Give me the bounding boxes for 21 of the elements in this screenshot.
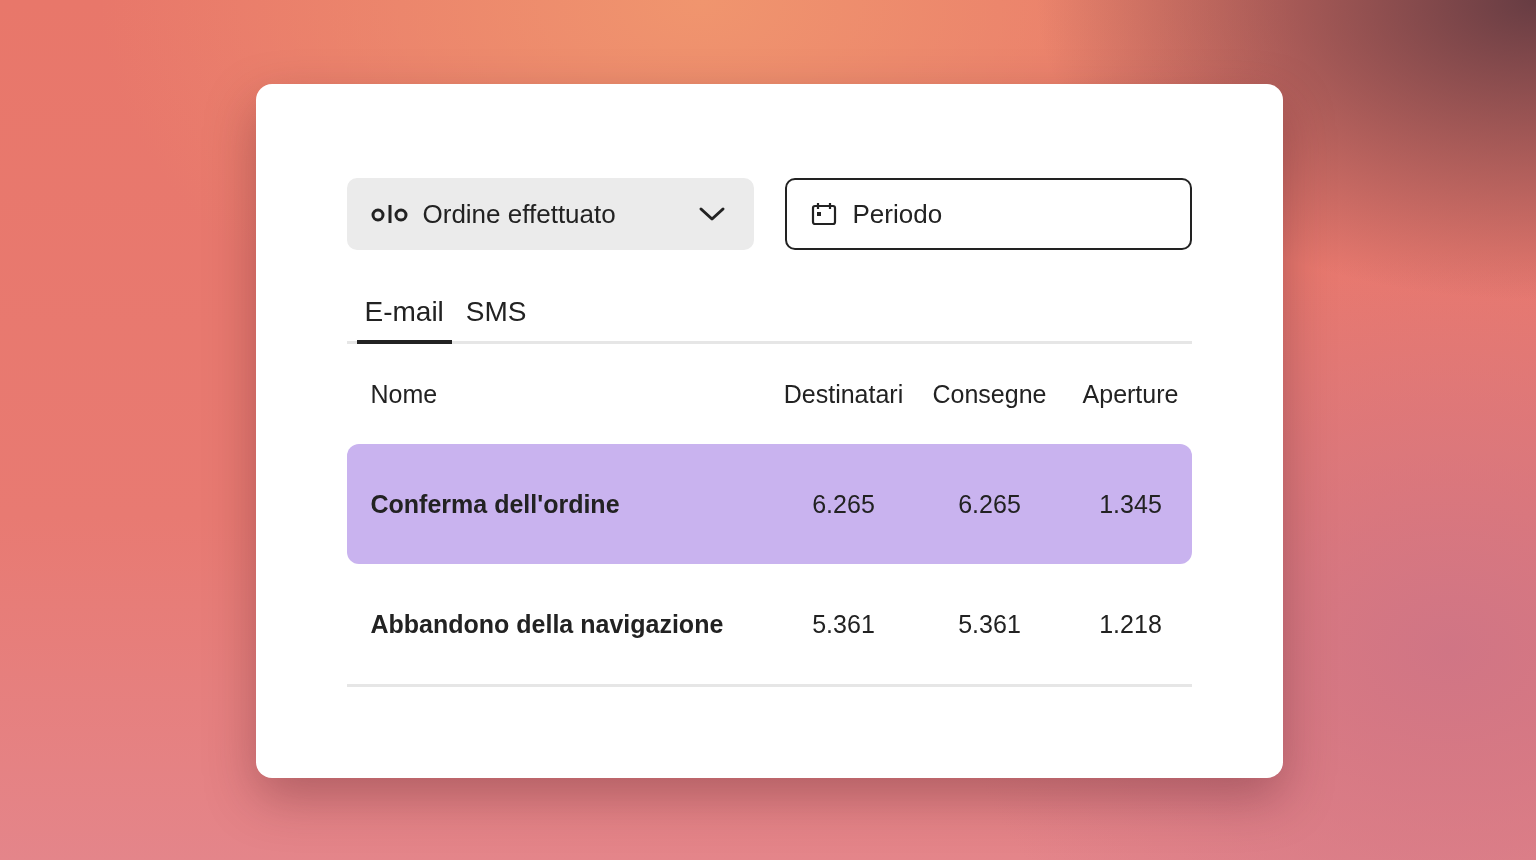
tab[interactable]: SMS — [457, 292, 535, 344]
column-header: Aperture — [1081, 379, 1180, 409]
column-header: Nome — [370, 379, 439, 409]
calendar-icon — [810, 201, 837, 227]
table-cell-text: 6.265 — [957, 489, 1022, 519]
event-dropdown[interactable]: Ordine effettuato — [346, 178, 754, 250]
campaign-name: Abbandono della navigazione — [370, 609, 724, 639]
table-cell-text: 6.265 — [811, 489, 876, 519]
table-cell-text: 5.361 — [957, 609, 1022, 639]
period-button[interactable]: Periodo — [784, 178, 1192, 250]
table-cell-text: 1.218 — [1098, 609, 1163, 639]
table-row[interactable]: Conferma dell'ordine 6.265 6.265 1.345 — [346, 444, 1192, 564]
table-row[interactable]: Abbandono della navigazione 5.361 5.361 1.218 — [346, 564, 1192, 684]
campaign-name: Conferma dell'ordine — [370, 489, 620, 519]
flow-icon — [370, 203, 409, 225]
column-header: Consegne — [931, 379, 1048, 409]
table-cell-text: 1.345 — [1098, 489, 1163, 519]
tab[interactable]: E-mail — [356, 292, 452, 344]
chevron-down-icon — [697, 205, 726, 223]
column-header: Destinatari — [782, 379, 905, 409]
table-cell-text: 5.361 — [811, 609, 876, 639]
